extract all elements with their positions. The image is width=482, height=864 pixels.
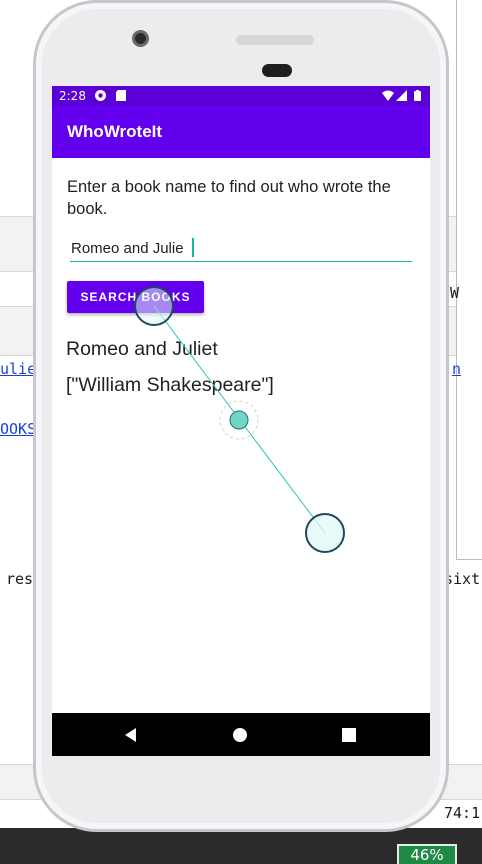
play-protect-icon xyxy=(95,90,106,101)
ide-code-fragment: sixt xyxy=(444,570,481,588)
instruction-text: Enter a book name to find out who wrote … xyxy=(67,178,391,218)
ide-code-fragment: W xyxy=(450,284,460,302)
ide-code-fragment: res xyxy=(6,570,34,588)
navigation-bar xyxy=(52,713,430,756)
earpiece-speaker xyxy=(236,35,314,45)
battery-indicator: 46% xyxy=(397,844,457,864)
speaker-slot xyxy=(262,64,292,77)
battery-icon xyxy=(414,90,425,101)
recents-icon[interactable] xyxy=(340,726,358,744)
signal-icon xyxy=(396,90,407,101)
result-book-author: ["William Shakespeare"] xyxy=(66,374,274,396)
back-icon[interactable] xyxy=(122,726,140,744)
ide-link-fragment[interactable]: n xyxy=(452,360,461,378)
ide-link-fragment[interactable]: ulie xyxy=(0,360,36,378)
status-bar: 2:28 xyxy=(52,86,430,106)
ide-link-fragment[interactable]: OOKS xyxy=(0,420,36,438)
home-icon[interactable] xyxy=(231,726,249,744)
search-books-button[interactable]: SEARCH BOOKS xyxy=(67,281,204,313)
camera-icon xyxy=(132,30,149,47)
ide-code-fragment: 74:1 xyxy=(444,804,481,822)
ide-side-panel xyxy=(456,0,482,560)
app-title: WhoWroteIt xyxy=(67,122,163,141)
text-cursor xyxy=(192,238,194,257)
desktop-screen: ulie OOKS res n sixt W 74:1 E 46% 2:28 xyxy=(0,0,482,864)
result-book-title: Romeo and Juliet xyxy=(66,338,218,360)
status-time: 2:28 xyxy=(59,89,86,103)
sd-card-icon xyxy=(116,90,127,101)
app-bar: WhoWroteIt xyxy=(52,106,430,158)
wifi-icon xyxy=(382,90,394,101)
phone-screen: 2:28 WhoWroteIt Enter a book name to fin… xyxy=(52,86,430,756)
book-name-input[interactable] xyxy=(70,236,412,262)
